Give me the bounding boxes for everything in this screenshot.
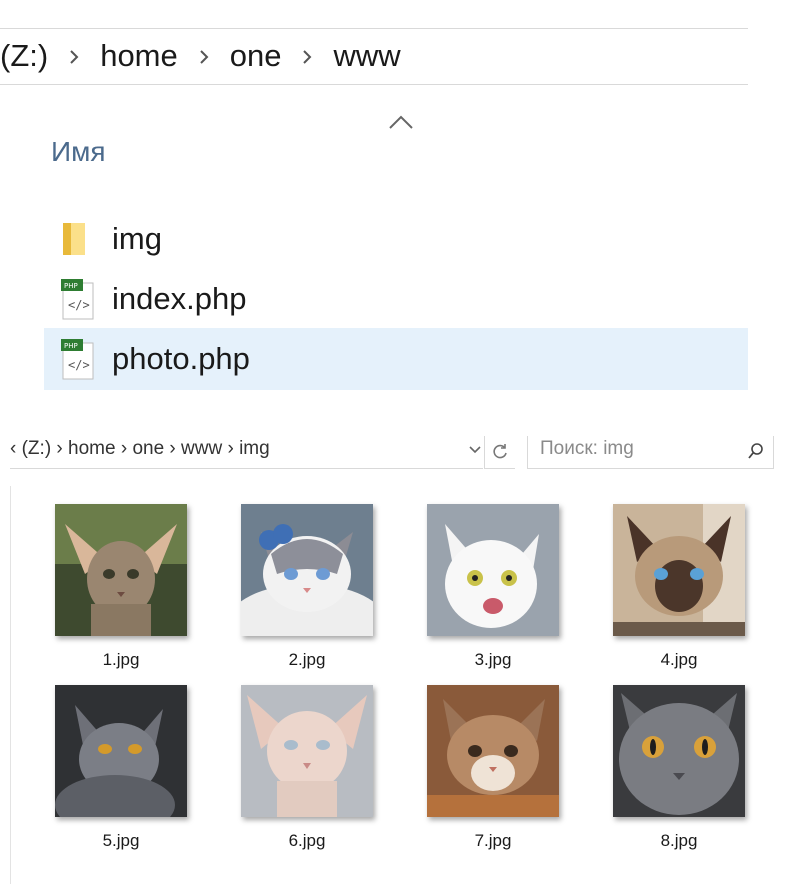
list-item-photo-php[interactable]: PHP </> photo.php: [44, 328, 748, 390]
breadcrumb-www[interactable]: www: [333, 38, 400, 74]
chevron-right-icon[interactable]: [178, 42, 230, 70]
cat-photo-white-image: [427, 504, 559, 636]
explorer-window-img: ‹ (Z:) › home › one › www › img Поиск: i…: [0, 436, 798, 884]
breadcrumb-one[interactable]: one: [230, 38, 282, 74]
cat-photo-sphynx-image: [241, 685, 373, 817]
file-name: index.php: [112, 281, 247, 316]
thumbnail-label: 1.jpg: [102, 650, 140, 669]
breadcrumb-divider: [0, 84, 748, 85]
search-placeholder: Поиск: img: [540, 438, 634, 459]
svg-text:</>: </>: [68, 298, 90, 312]
cat-photo-siamese-image: [613, 504, 745, 636]
cat-photo-british-blue-image: [613, 685, 745, 817]
cat-photo-tabby-image: [427, 685, 559, 817]
php-file-icon: PHP </>: [44, 277, 104, 321]
cat-photo-oriental-image: [55, 504, 187, 636]
address-bar: ‹ (Z:) › home › one › www › img Поиск: i…: [0, 436, 774, 470]
breadcrumb: (Z:) home one www: [0, 28, 748, 84]
address-field[interactable]: ‹ (Z:) › home › one › www › img: [10, 436, 483, 469]
chevron-right-icon[interactable]: [281, 42, 333, 70]
folder-icon: [44, 217, 104, 261]
cat-photo-ragdoll-image: [241, 504, 373, 636]
pane-edge: [10, 486, 11, 884]
thumbnail-label: 8.jpg: [660, 831, 698, 850]
thumbnail-label: 2.jpg: [288, 650, 326, 669]
thumbnail-label: 5.jpg: [102, 831, 140, 850]
file-name: img: [112, 221, 162, 256]
column-header-name[interactable]: Имя: [51, 136, 106, 168]
breadcrumb-home[interactable]: home: [100, 38, 178, 74]
refresh-icon: [493, 444, 507, 459]
chevron-right-icon[interactable]: [48, 42, 100, 70]
thumbnail-label: 3.jpg: [474, 650, 512, 669]
svg-text:PHP: PHP: [64, 342, 78, 350]
list-item-index-php[interactable]: PHP </> index.php: [44, 268, 748, 330]
php-file-icon: PHP </>: [44, 337, 104, 381]
address-path: ‹ (Z:) › home › one › www › img: [10, 438, 270, 459]
cat-photo-grey-dark-image: [55, 685, 187, 817]
thumbnail-label: 4.jpg: [660, 650, 698, 669]
chevron-down-icon[interactable]: [468, 444, 482, 456]
list-item-img[interactable]: img: [44, 208, 748, 270]
search-icon[interactable]: [747, 442, 765, 460]
svg-text:PHP: PHP: [64, 282, 78, 290]
refresh-button[interactable]: [484, 436, 515, 469]
svg-text:</>: </>: [68, 358, 90, 372]
search-input[interactable]: Поиск: img: [527, 436, 774, 469]
file-name: photo.php: [112, 341, 250, 376]
breadcrumb-drive[interactable]: (Z:): [0, 38, 48, 74]
thumbnail-label: 6.jpg: [288, 831, 326, 850]
sort-ascending-icon[interactable]: [388, 113, 414, 131]
thumbnail-label: 7.jpg: [474, 831, 512, 850]
